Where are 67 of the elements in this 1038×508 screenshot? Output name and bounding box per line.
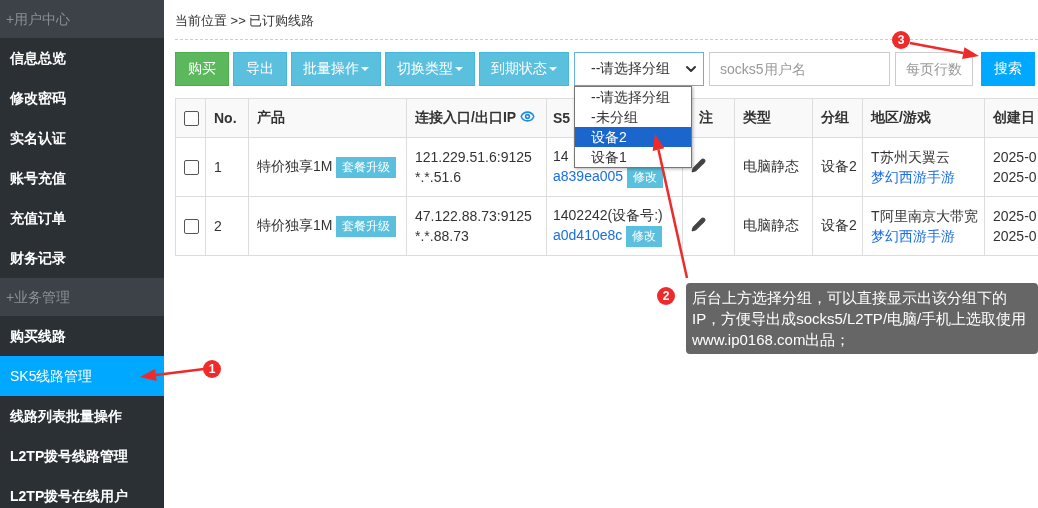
pencil-icon[interactable] xyxy=(691,158,706,173)
step-badge: 2 xyxy=(657,287,675,305)
product-name: 特价独享1M xyxy=(257,216,333,233)
sidebar-item[interactable]: 信息总览 xyxy=(0,38,164,78)
column-header: 产品 xyxy=(257,109,285,125)
game-link[interactable]: 梦幻西游手游 xyxy=(871,169,955,185)
sidebar-item[interactable]: 实名认证 xyxy=(0,118,164,158)
sidebar-section-title[interactable]: +用户中心 xyxy=(0,0,164,38)
created-date: 2025-0 xyxy=(993,208,1037,224)
exit-ip: *.*.88.73 xyxy=(415,228,469,244)
sidebar-item[interactable]: L2TP拨号线路管理 xyxy=(0,436,164,476)
entry-ip: 121.229.51.6:9125 xyxy=(415,149,532,165)
game-link[interactable]: 梦幻西游手游 xyxy=(871,228,955,244)
device-id-link[interactable]: a839ea005 xyxy=(553,168,624,184)
column-header: 创建日 xyxy=(993,109,1035,125)
exit-ip: *.*.51.6 xyxy=(415,169,461,185)
checkbox[interactable] xyxy=(184,160,199,176)
group-select[interactable]: --请选择分组 xyxy=(574,52,704,86)
arrow xyxy=(140,367,205,381)
device-id-link[interactable]: a0d410e8c xyxy=(553,227,623,243)
sidebar-item[interactable]: 购买线路 xyxy=(0,316,164,356)
dropdown-option[interactable]: --请选择分组 xyxy=(575,87,691,107)
table-cell: 2 xyxy=(214,218,222,234)
column-header: 注 xyxy=(699,109,713,125)
sidebar-item[interactable]: SK5线路管理 xyxy=(0,356,164,396)
arrow xyxy=(909,41,979,59)
table-cell: 电脑静态 xyxy=(743,158,799,174)
region: T苏州天翼云 xyxy=(871,149,950,165)
column-header: 分组 xyxy=(821,109,849,125)
breadcrumb: 当前位置 >> 已订购线路 xyxy=(175,13,315,28)
table-cell: 电脑静态 xyxy=(743,217,799,233)
column-header: 连接入口/出口IP xyxy=(415,109,517,125)
sidebar-item[interactable]: 充值订单 xyxy=(0,198,164,238)
pencil-icon[interactable] xyxy=(691,217,706,232)
search-button[interactable]: 搜索 xyxy=(981,52,1035,86)
step-badge: 3 xyxy=(892,31,910,49)
sidebar-item[interactable]: 修改密码 xyxy=(0,78,164,118)
created-date: 2025-0 xyxy=(993,149,1037,165)
checkbox[interactable] xyxy=(184,111,199,127)
entry-ip: 47.122.88.73:9125 xyxy=(415,208,532,224)
created-date: 2025-0 xyxy=(993,169,1037,185)
column-header: 地区/游戏 xyxy=(871,109,931,125)
sidebar-item[interactable]: 财务记录 xyxy=(0,238,164,278)
sidebar-item[interactable]: 账号充值 xyxy=(0,158,164,198)
username-field[interactable]: socks5用户名 xyxy=(709,52,890,86)
sidebar-section-title[interactable]: +业务管理 xyxy=(0,278,164,316)
s5-account: 14 xyxy=(553,148,569,164)
dropdown-option[interactable]: 设备1 xyxy=(575,147,691,167)
region: T阿里南京大带宽 xyxy=(871,208,978,224)
table-cell: 设备2 xyxy=(821,158,857,174)
step-badge: 1 xyxy=(203,360,221,378)
column-header: S5 xyxy=(553,110,571,126)
table-cell: 设备2 xyxy=(821,217,857,233)
note-text: www.ip0168.com出品； xyxy=(692,330,852,350)
dropdown-option[interactable]: 设备2 xyxy=(575,127,691,147)
table-cell: 1 xyxy=(214,159,222,175)
rows-per-page-field[interactable]: 每页行数 xyxy=(895,52,973,86)
product-name: 特价独享1M xyxy=(257,157,333,174)
created-date: 2025-0 xyxy=(993,228,1037,244)
column-header: 类型 xyxy=(743,109,771,125)
s5-account: 1402242(设备号:) xyxy=(553,207,663,223)
checkbox[interactable] xyxy=(184,219,199,235)
eye-icon[interactable] xyxy=(520,109,536,124)
dropdown-option[interactable]: -未分组 xyxy=(575,107,691,127)
sidebar-item[interactable]: 线路列表批量操作 xyxy=(0,396,164,436)
column-header: No. xyxy=(214,110,237,126)
sidebar-item[interactable]: L2TP拨号在线用户 xyxy=(0,476,164,508)
